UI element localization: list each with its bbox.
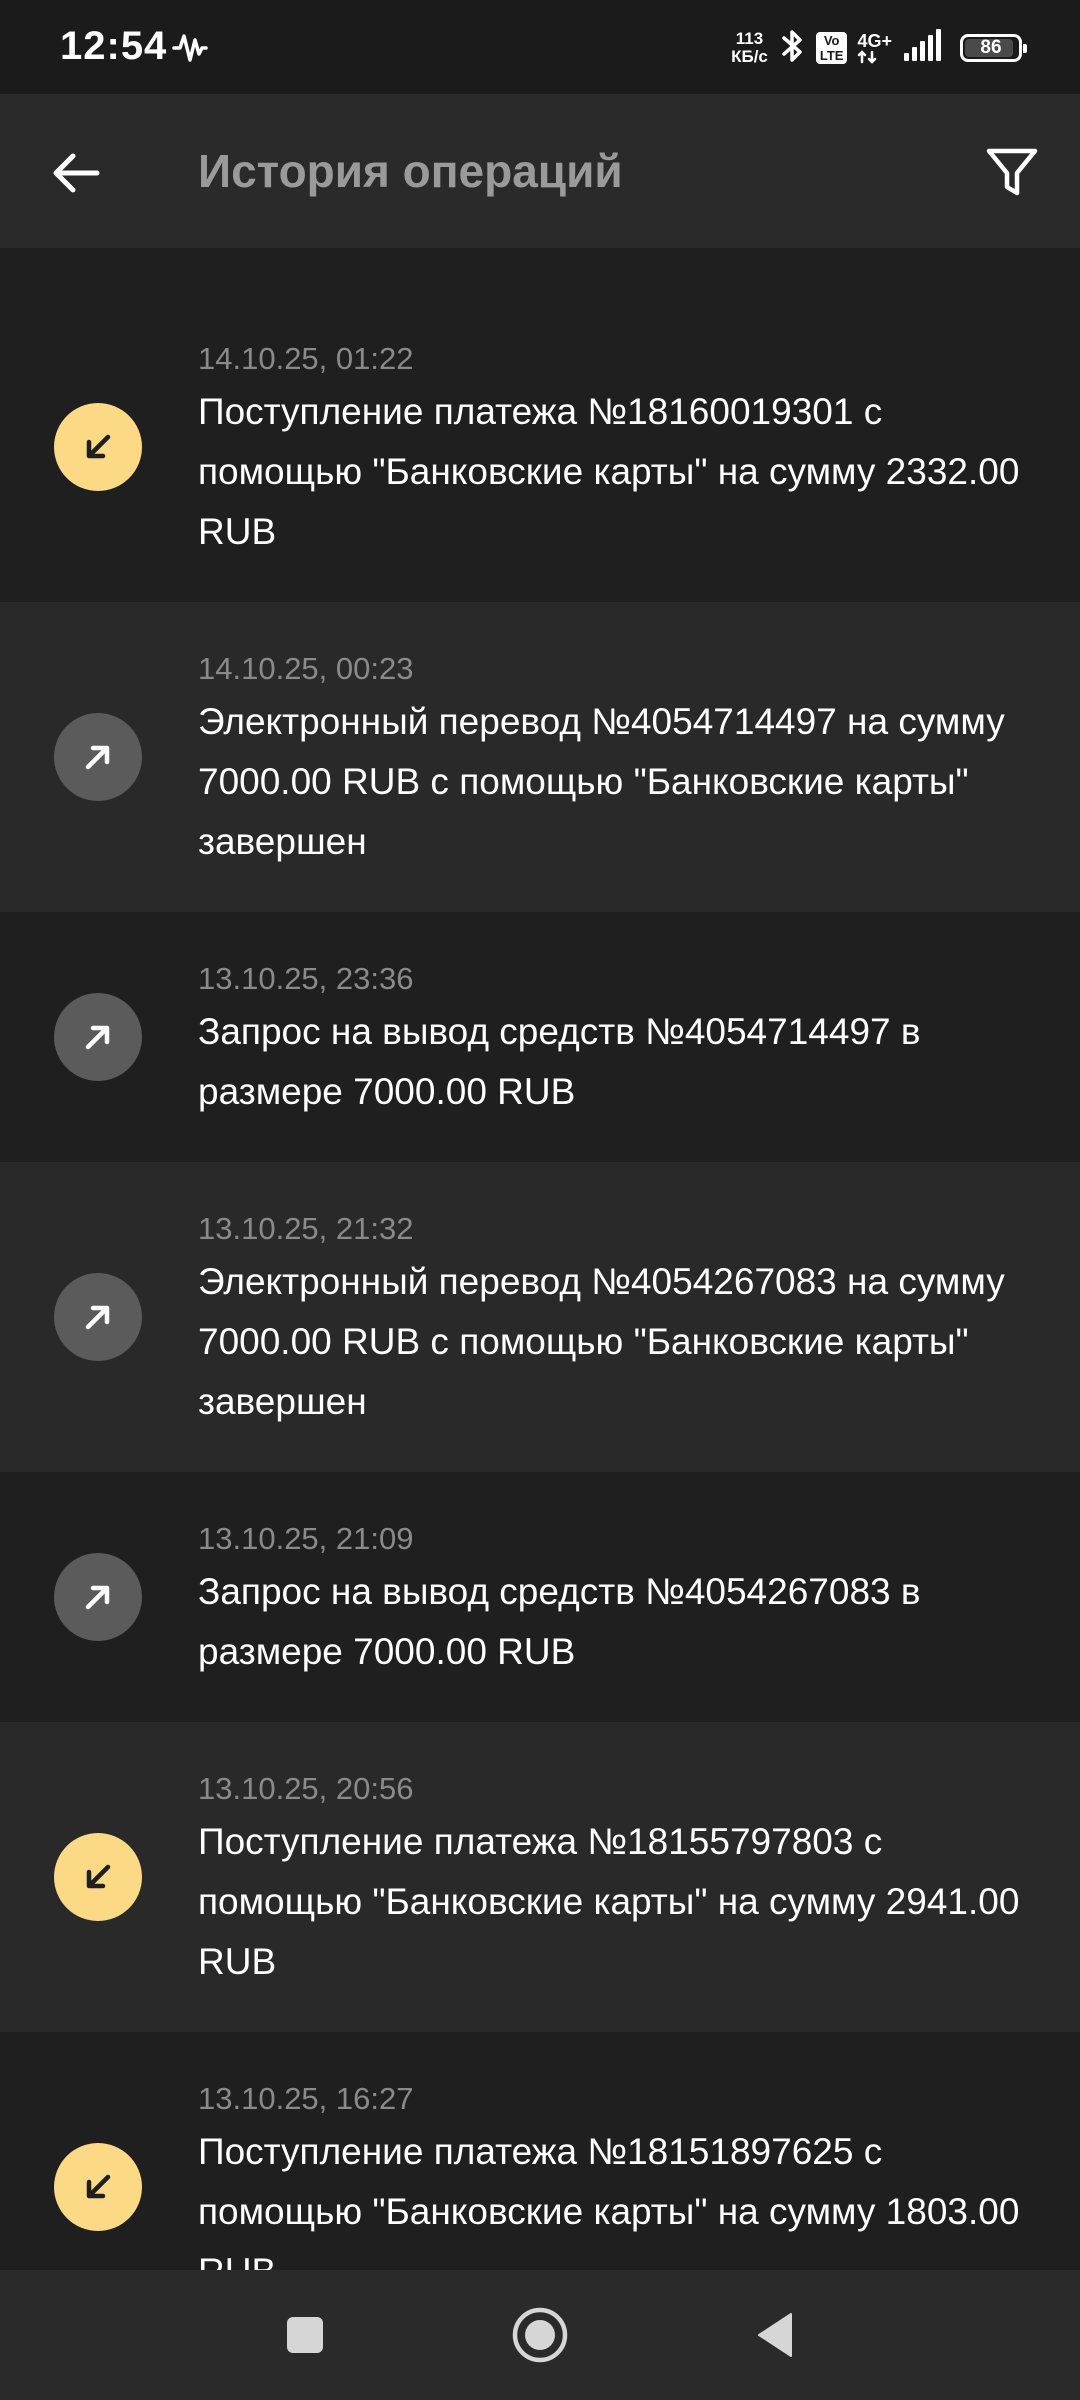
operation-description: Поступление платежа №18155797803 с помощ… — [198, 1821, 1020, 1982]
arrow-left-icon — [53, 153, 100, 193]
operation-date: 13.10.25, 20:56 — [198, 1771, 414, 1806]
arrow-up-right-icon — [85, 1305, 110, 1330]
system-nav-bar — [0, 2270, 1080, 2400]
operation-item[interactable]: 13.10.25, 23:36 Запрос на вывод средств … — [0, 912, 1080, 1162]
system-back-button[interactable] — [740, 2300, 810, 2370]
signal-icon — [902, 28, 944, 68]
page-title: История операций — [198, 145, 623, 197]
incoming-badge — [54, 2143, 142, 2231]
recents-button[interactable] — [270, 2300, 340, 2370]
home-circle-icon — [512, 2307, 568, 2363]
list-top-spacer — [0, 248, 1080, 292]
back-triangle-icon — [758, 2313, 792, 2357]
network-speed: 113 КБ/с — [731, 30, 768, 66]
incoming-badge — [54, 1833, 142, 1921]
home-button[interactable] — [505, 2300, 575, 2370]
filter-icon — [986, 148, 1038, 196]
operation-date: 13.10.25, 21:09 — [198, 1521, 414, 1556]
volte-top: Vo — [823, 33, 840, 48]
network-type-label: 4G+ — [857, 31, 892, 51]
arrow-down-left-icon — [86, 2174, 111, 2199]
operation-description: Электронный перевод №4054714497 на сумму… — [198, 701, 1005, 862]
status-time: 12:54 — [60, 24, 168, 68]
arrow-up-right-icon — [85, 1025, 110, 1050]
operation-description: Электронный перевод №4054267083 на сумму… — [198, 1261, 1005, 1422]
network-type: 4G+ — [857, 32, 892, 64]
recents-square-icon — [287, 2317, 323, 2353]
app-bar: История операций — [0, 94, 1080, 248]
filter-button[interactable] — [976, 137, 1048, 209]
outgoing-badge — [54, 993, 142, 1081]
operation-date: 13.10.25, 23:36 — [198, 961, 414, 996]
operation-item[interactable]: 13.10.25, 21:09 Запрос на вывод средств … — [0, 1472, 1080, 1722]
outgoing-badge — [54, 1273, 142, 1361]
volte-bottom: LTE — [819, 48, 844, 63]
operation-item[interactable]: 13.10.25, 20:56 Поступление платежа №181… — [0, 1722, 1080, 2032]
arrow-up-right-icon — [85, 745, 110, 770]
operation-item[interactable]: 14.10.25, 01:22 Поступление платежа №181… — [0, 292, 1080, 602]
operation-date: 14.10.25, 00:23 — [198, 651, 414, 686]
battery-level: 86 — [980, 37, 1002, 58]
operation-date: 13.10.25, 16:27 — [198, 2081, 414, 2116]
status-bar: 12:54 113 КБ/с Vo LTE 4G+ 86 — [0, 0, 1080, 94]
outgoing-badge — [54, 713, 142, 801]
arrow-down-left-icon — [86, 434, 111, 459]
data-arrows-icon — [858, 50, 877, 64]
operation-description: Поступление платежа №18151897625 с помощ… — [198, 2131, 1020, 2270]
battery-icon: 86 — [960, 34, 1027, 62]
operation-description: Запрос на вывод средств №4054267083 в ра… — [198, 1571, 921, 1672]
operation-date: 13.10.25, 21:32 — [198, 1211, 414, 1246]
arrow-up-right-icon — [85, 1585, 110, 1610]
operation-description: Поступление платежа №18160019301 с помощ… — [198, 391, 1020, 552]
operation-item[interactable]: 13.10.25, 21:32 Электронный перевод №405… — [0, 1162, 1080, 1472]
operation-description: Запрос на вывод средств №4054714497 в ра… — [198, 1011, 921, 1112]
activity-wave-icon — [172, 32, 208, 69]
arrow-down-left-icon — [86, 1864, 111, 1889]
operation-item[interactable]: 13.10.25, 16:27 Поступление платежа №181… — [0, 2032, 1080, 2270]
network-speed-value: 113 — [735, 29, 764, 48]
status-icons: 113 КБ/с Vo LTE 4G+ 86 — [731, 26, 1027, 70]
bluetooth-icon — [778, 28, 806, 69]
back-button[interactable] — [40, 137, 112, 209]
outgoing-badge — [54, 1553, 142, 1641]
incoming-badge — [54, 403, 142, 491]
network-speed-unit: КБ/с — [731, 47, 768, 66]
operation-item[interactable]: 14.10.25, 00:23 Электронный перевод №405… — [0, 602, 1080, 912]
operation-date: 14.10.25, 01:22 — [198, 341, 414, 376]
operations-list[interactable]: 14.10.25, 01:22 Поступление платежа №181… — [0, 248, 1080, 2270]
volte-badge: Vo LTE — [815, 32, 848, 64]
